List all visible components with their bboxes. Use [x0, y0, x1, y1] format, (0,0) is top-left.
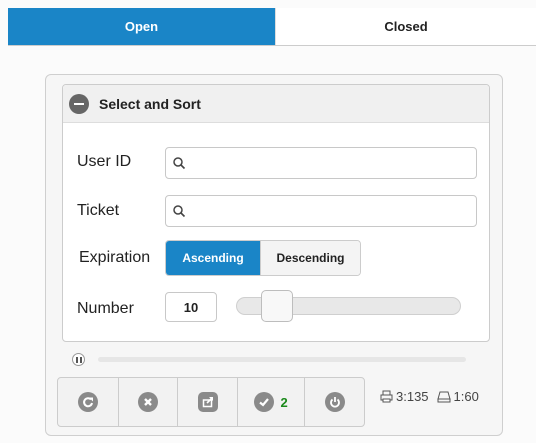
panel-header[interactable]: Select and Sort [63, 85, 489, 123]
printer-stat: 3:135 [380, 389, 429, 404]
export-button[interactable] [177, 378, 237, 426]
expiration-label: Expiration [79, 249, 151, 266]
action-toolbar: 2 [57, 377, 365, 427]
tab-open[interactable]: Open [8, 8, 275, 45]
tab-closed[interactable]: Closed [275, 8, 536, 45]
cancel-button[interactable] [117, 378, 178, 426]
printer-icon [380, 390, 393, 403]
ascending-button[interactable]: Ascending [166, 241, 260, 275]
ticket-label: Ticket [77, 202, 120, 219]
refresh-icon [77, 392, 98, 412]
power-button[interactable] [304, 378, 364, 426]
drive-value: 1:60 [453, 389, 479, 404]
search-icon [173, 205, 186, 218]
drive-icon [436, 391, 451, 403]
descending-button[interactable]: Descending [260, 241, 360, 275]
number-label: Number [77, 300, 134, 317]
approve-button[interactable]: 2 [236, 378, 305, 426]
user-id-input[interactable] [192, 152, 472, 174]
drive-stat: 1:60 [436, 389, 479, 404]
printer-value: 3:135 [396, 389, 429, 404]
ticket-input[interactable] [192, 200, 472, 222]
status-stats: 3:135 1:60 [380, 389, 487, 404]
number-slider-handle[interactable] [261, 290, 293, 322]
power-icon [324, 392, 345, 412]
refresh-button[interactable] [58, 378, 118, 426]
progress-track[interactable] [98, 357, 466, 362]
check-count-badge: 2 [280, 394, 288, 410]
number-input[interactable]: 10 [165, 292, 217, 322]
export-icon [197, 392, 218, 412]
search-icon [173, 157, 186, 170]
user-id-label: User ID [77, 153, 132, 170]
close-circle-icon [137, 392, 158, 412]
panel-title: Select and Sort [99, 95, 201, 112]
user-id-field[interactable] [165, 147, 477, 179]
expiration-sort-group: Ascending Descending [165, 240, 361, 276]
tab-bar: Open Closed [8, 8, 536, 46]
minus-circle-icon[interactable] [69, 93, 89, 114]
check-circle-icon [254, 392, 275, 412]
pause-icon[interactable] [72, 353, 85, 366]
ticket-field[interactable] [165, 195, 477, 227]
